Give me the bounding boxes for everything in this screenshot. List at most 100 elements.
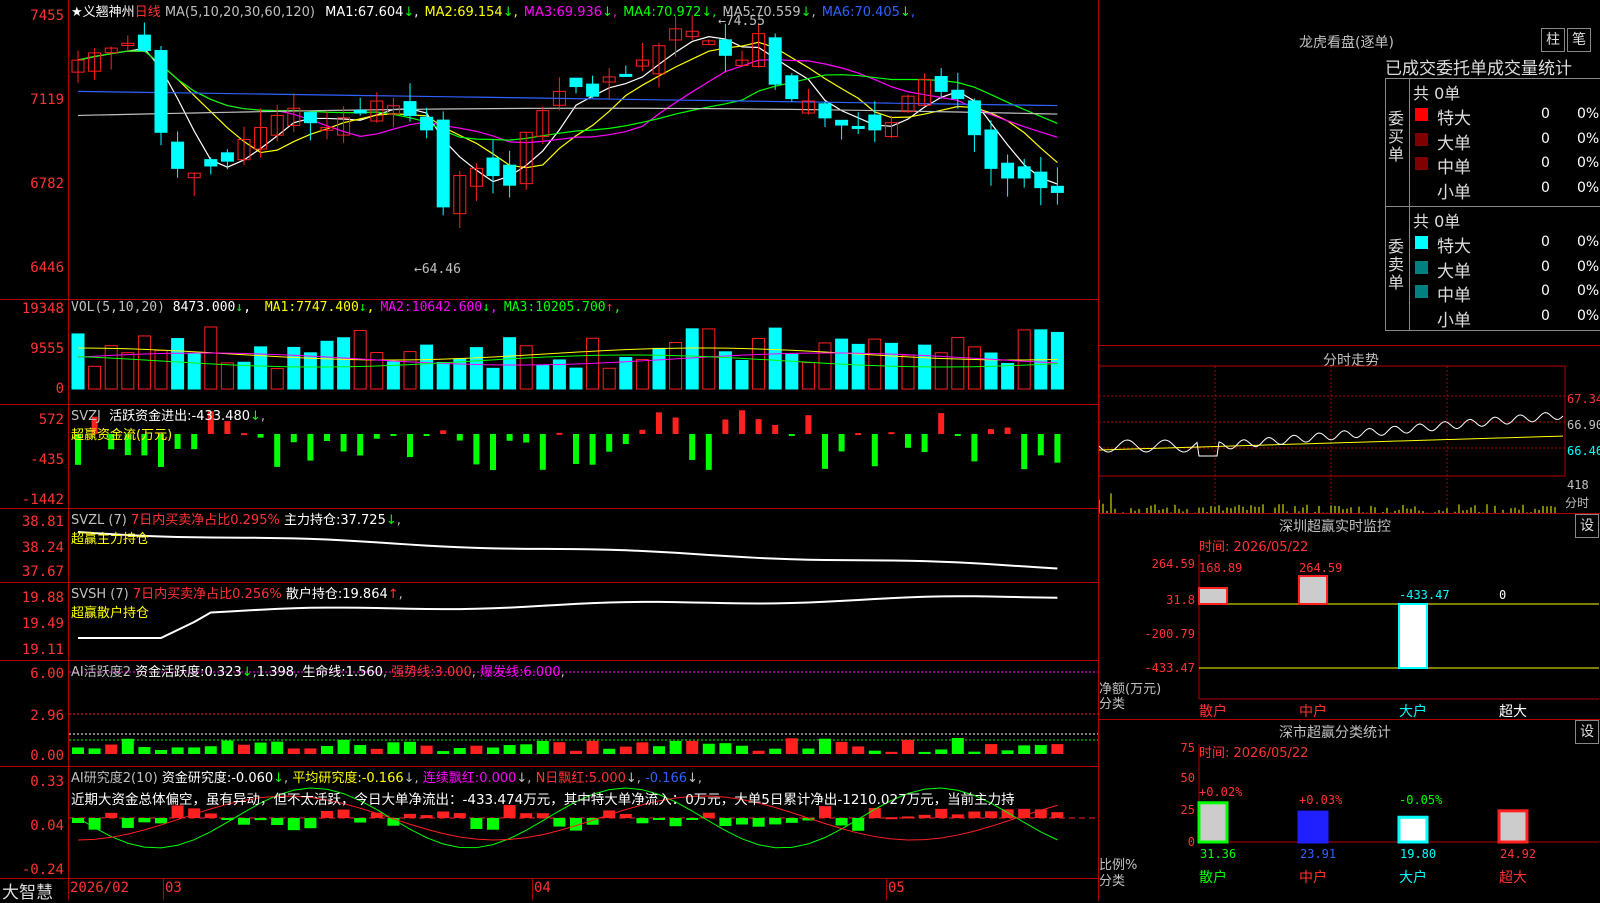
research-bar <box>653 818 665 820</box>
candlestick-chart[interactable] <box>0 0 1098 299</box>
activity-bar <box>138 747 151 754</box>
order-color-swatch <box>1415 309 1428 323</box>
vol-ma-line <box>77 347 1058 361</box>
order-color-swatch <box>1415 108 1428 121</box>
research-bar <box>155 818 167 824</box>
flow-bar <box>440 430 447 434</box>
volume-bar <box>503 337 517 390</box>
flow-bar <box>689 434 696 460</box>
intraday-frame <box>1099 365 1566 477</box>
research-bar <box>669 818 682 827</box>
volume-pane[interactable]: 19348 9555 0 VOL(5,10,20) 8473.000↓, MA1… <box>0 299 1098 405</box>
research-bar <box>985 811 997 818</box>
volume-bar <box>171 338 185 390</box>
volume-bar <box>768 327 782 390</box>
category-label: 大户 <box>1399 703 1427 720</box>
low-label: ←64.46 <box>414 262 461 277</box>
research-bar <box>1051 812 1064 818</box>
research-bar <box>935 808 948 818</box>
volume-bar <box>901 354 915 390</box>
order-color-swatch <box>1415 157 1428 170</box>
tab-volume-stats[interactable]: 成交量统计 <box>1487 59 1572 79</box>
activity-bar <box>221 740 234 754</box>
ma-line <box>77 50 1058 144</box>
research-bar <box>520 813 533 818</box>
flow-bar <box>456 434 463 441</box>
volume-bar <box>420 344 434 390</box>
flow-bar <box>805 415 812 434</box>
volume-bar <box>254 346 268 390</box>
activity-bar <box>337 739 350 754</box>
bar-mode-button[interactable]: 柱 <box>1541 28 1565 52</box>
net-bar-label: 0 <box>1499 588 1506 602</box>
research-bar <box>238 818 250 825</box>
ma-legend-item: MA6:70.405↓, <box>821 5 915 20</box>
ratio-value: 19.80 <box>1400 847 1436 861</box>
volume-bar <box>967 346 981 390</box>
flow-bar <box>573 434 579 465</box>
activity-bar <box>619 746 632 754</box>
svzl-pane[interactable]: 38.81 38.24 37.67 SVZL (7) 7日内买卖净占比0.295… <box>0 508 1098 583</box>
order-count: 0 <box>1541 258 1550 275</box>
tab-orders[interactable]: 委托单 <box>1436 59 1487 79</box>
ai-activity-pane[interactable]: 6.00 2.96 0.00 AI活跃度2 资金活跃度:0.323↓,1.398… <box>0 660 1098 767</box>
order-percent: 0% <box>1577 283 1600 299</box>
volume-bar <box>818 342 832 390</box>
ma-legend-item: MA4:70.972↓, <box>623 5 717 20</box>
svzj-pane[interactable]: 572 -435 -1442 SVZJ 活跃资金进出:-433.480↓, 超赢… <box>0 404 1098 509</box>
ma-legend-item: MA1:67.604↓, <box>325 5 419 20</box>
activity-bar <box>802 748 815 754</box>
order-count: 0 <box>1541 130 1550 147</box>
tick-mode-button[interactable]: 笔 <box>1567 28 1591 52</box>
svsh-pane[interactable]: 19.88 19.49 19.11 SVSH (7) 7日内买卖净占比0.256… <box>0 582 1098 661</box>
activity-bar <box>586 740 599 754</box>
kline-pane[interactable]: 7455 7119 6782 6446 ★义翘神州日线 MA(5,10,20,3… <box>0 0 1098 300</box>
research-bar <box>968 811 981 818</box>
ai1-legend: AI活跃度2 资金活跃度:0.323↓,1.398, 生命线:1.560, 强势… <box>71 665 565 680</box>
candle-body <box>171 141 185 169</box>
tab-traded[interactable]: 已成交 <box>1385 59 1436 79</box>
research-bar <box>852 818 865 831</box>
category-label: 中户 <box>1299 869 1327 886</box>
activity-bar <box>287 748 300 754</box>
research-bar <box>437 811 450 818</box>
flow-bar <box>656 412 662 434</box>
research-bar <box>769 818 782 825</box>
order-total: 共 0单 <box>1413 84 1461 103</box>
category-label: 超大 <box>1499 704 1527 720</box>
flow-bar <box>1021 434 1028 470</box>
volume-bar <box>735 359 749 390</box>
net-bar-label: 168.89 <box>1199 561 1242 575</box>
research-bar <box>702 812 715 818</box>
order-percent: 0% <box>1577 258 1600 275</box>
intraday-chart[interactable] <box>1099 346 1600 514</box>
candle-body <box>486 157 500 177</box>
flow-bar <box>606 434 613 452</box>
research-bar <box>337 809 350 818</box>
order-count: 0 <box>1541 307 1550 324</box>
research-bar <box>752 818 765 827</box>
intraday-panel[interactable]: 分时走势 67.34 66.90 66.46 418 分时 <box>1098 345 1600 514</box>
classify-axis-label: 比例% 分类 <box>1099 858 1138 889</box>
ratio-tick: 50 <box>1181 771 1195 785</box>
research-bar <box>354 818 367 823</box>
activity-bar <box>1051 744 1064 754</box>
activity-bar <box>536 740 549 754</box>
svzj-legend: SVZJ 活跃资金进出:-433.480↓, 超赢资金流(万元) <box>71 409 266 443</box>
volume-bar <box>121 352 135 390</box>
research-bar <box>686 818 699 820</box>
category-label: 散户 <box>1199 869 1227 886</box>
net-bar <box>1198 587 1228 605</box>
research-bar <box>105 812 118 818</box>
volume-bar <box>270 368 284 390</box>
ai-research-pane[interactable]: 0.33 0.04 -0.24 AI研究度2(10) 资金研究度:-0.060↓… <box>0 766 1098 879</box>
activity-bar <box>155 749 167 754</box>
research-bar <box>553 818 566 827</box>
volume-bar <box>569 367 583 390</box>
flow-bar <box>340 434 347 452</box>
net-bar <box>1398 603 1428 669</box>
volume-bar <box>801 362 815 390</box>
research-bar <box>619 813 632 818</box>
category-label: 中户 <box>1299 703 1327 720</box>
ma-legend-item: MA3:69.936↓, <box>523 5 618 20</box>
